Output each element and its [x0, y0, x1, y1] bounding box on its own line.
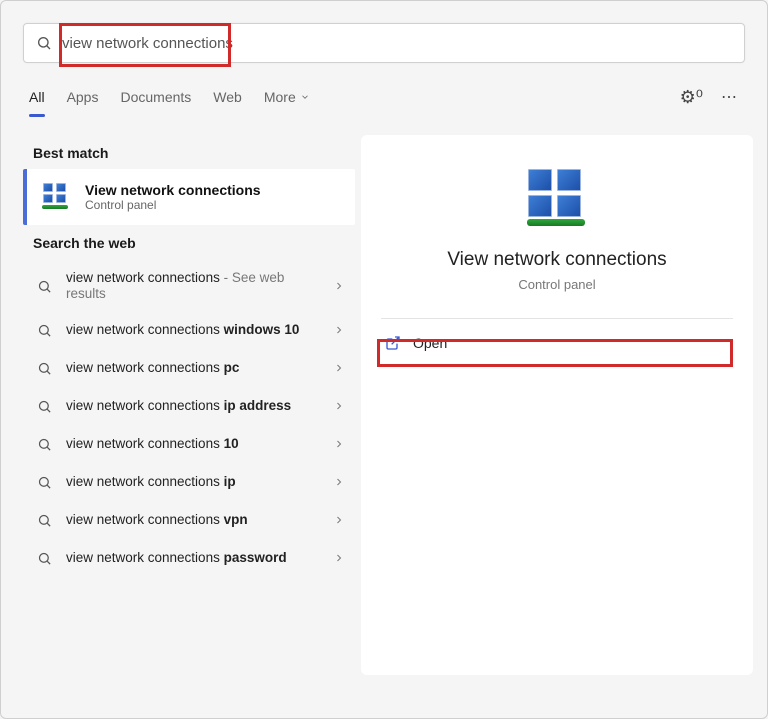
web-result-item[interactable]: view network connections vpn: [23, 501, 355, 539]
tab-apps[interactable]: Apps: [67, 83, 99, 111]
search-bar[interactable]: [23, 23, 745, 63]
web-result-text: view network connections: [66, 398, 224, 413]
web-result-text: view network connections: [66, 550, 224, 565]
chevron-right-icon: [333, 280, 345, 292]
web-result-text: view network connections: [66, 474, 224, 489]
chevron-right-icon: [333, 324, 345, 336]
web-results-list: view network connections - See web resul…: [23, 261, 355, 577]
search-icon: [37, 323, 52, 338]
filter-tabs: All Apps Documents Web More ⚙⁰ ⋯: [1, 63, 767, 111]
web-result-text: view network connections: [66, 512, 224, 527]
chevron-right-icon: [333, 400, 345, 412]
web-result-item[interactable]: view network connections password: [23, 539, 355, 577]
network-connections-icon: [525, 169, 589, 229]
web-result-text: view network connections: [66, 322, 224, 337]
search-icon: [37, 279, 52, 294]
search-icon: [37, 399, 52, 414]
web-result-text: view network connections: [66, 436, 224, 451]
search-icon: [37, 475, 52, 490]
detail-subtitle: Control panel: [375, 277, 739, 292]
web-result-item[interactable]: view network connections 10: [23, 425, 355, 463]
search-icon: [37, 437, 52, 452]
best-match-subtitle: Control panel: [85, 198, 261, 212]
chevron-right-icon: [333, 476, 345, 488]
chevron-down-icon: [300, 92, 310, 102]
results-panel: Best match View network connections Cont…: [23, 135, 355, 675]
chevron-right-icon: [333, 514, 345, 526]
chevron-right-icon: [333, 362, 345, 374]
tab-more[interactable]: More: [264, 83, 310, 111]
open-action[interactable]: Open: [375, 325, 739, 361]
open-label: Open: [413, 335, 447, 351]
search-input[interactable]: [62, 35, 732, 52]
search-icon: [37, 513, 52, 528]
chevron-right-icon: [333, 438, 345, 450]
detail-title: View network connections: [375, 249, 739, 271]
detail-panel: View network connections Control panel O…: [361, 135, 753, 675]
search-icon: [37, 551, 52, 566]
best-match-item[interactable]: View network connections Control panel: [23, 169, 355, 225]
tab-documents[interactable]: Documents: [120, 83, 191, 111]
tab-all[interactable]: All: [29, 83, 45, 111]
web-result-text: view network connections: [66, 270, 220, 285]
section-search-web: Search the web: [23, 225, 355, 259]
web-result-item[interactable]: view network connections - See web resul…: [23, 261, 355, 311]
tab-web[interactable]: Web: [213, 83, 242, 111]
network-connections-icon: [41, 183, 71, 211]
divider: [381, 318, 733, 319]
search-settings-icon[interactable]: ⚙⁰: [680, 87, 703, 108]
more-options-icon[interactable]: ⋯: [721, 87, 739, 107]
section-best-match: Best match: [23, 135, 355, 169]
web-result-item[interactable]: view network connections ip: [23, 463, 355, 501]
web-result-item[interactable]: view network connections ip address: [23, 387, 355, 425]
open-external-icon: [385, 335, 401, 351]
web-result-item[interactable]: view network connections pc: [23, 349, 355, 387]
tab-more-label: More: [264, 89, 296, 105]
chevron-right-icon: [333, 552, 345, 564]
best-match-title: View network connections: [85, 182, 261, 198]
search-icon: [36, 35, 52, 51]
web-result-item[interactable]: view network connections windows 10: [23, 311, 355, 349]
web-result-text: view network connections: [66, 360, 224, 375]
search-icon: [37, 361, 52, 376]
